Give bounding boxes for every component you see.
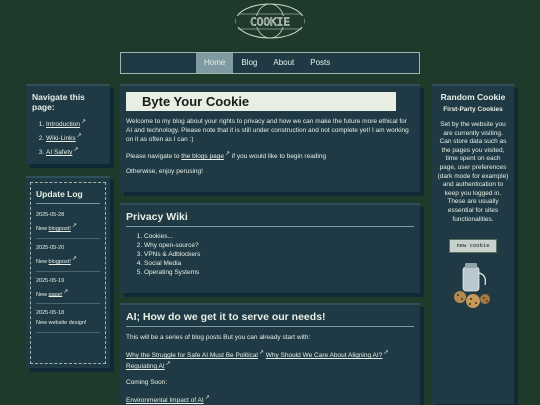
upcoming-link-environmental[interactable]: Environmental Impact of AI xyxy=(126,397,204,404)
globe-logo-icon: COOKIE xyxy=(235,3,305,39)
cookie-jar-illustration xyxy=(437,259,509,314)
upcoming-list: Environmental Impact of AI↗ xyxy=(126,394,414,405)
intro-closing: Otherwise, enjoy perusing! xyxy=(126,168,203,176)
log-date: 2025-05-20 xyxy=(36,244,65,251)
wiki-item-operating-systems[interactable]: Operating Systems xyxy=(144,268,414,277)
ai-link-aligning[interactable]: Why Should We Care About Aligning AI? xyxy=(266,352,383,359)
log-date: 2025-05-19 xyxy=(36,277,65,284)
page-nav-introduction-link[interactable]: Introduction xyxy=(46,121,80,128)
ai-link-political[interactable]: Why the Struggle for Safe AI Must Be Pol… xyxy=(126,352,258,359)
page-title: Byte Your Cookie xyxy=(126,92,396,111)
privacy-wiki-panel: Privacy Wiki Cookies... Why open-source?… xyxy=(120,203,420,293)
update-log-box: Update Log 2025-05-28 New blogpost!↗ 202… xyxy=(30,182,106,364)
ai-links: Why the Struggle for Safe AI Must Be Pol… xyxy=(126,349,414,371)
page-nav-item: Introduction↗ xyxy=(46,118,104,128)
external-link-icon: ↗ xyxy=(258,350,264,356)
intro-nav-paragraph: Please navigate to the blogs page↗ if yo… xyxy=(126,150,414,161)
log-link[interactable]: blogpost! xyxy=(49,226,71,232)
log-link[interactable]: page! xyxy=(49,291,63,297)
page-nav-item: Wiki-Links↗ xyxy=(46,132,104,142)
external-link-icon: ↗ xyxy=(73,147,79,154)
page-nav-wiki-links-link[interactable]: Wiki-Links xyxy=(46,135,76,142)
log-entry: 2025-05-18 New website design! xyxy=(36,310,100,334)
update-log-title: Update Log xyxy=(36,189,100,204)
new-cookie-button[interactable]: new cookie xyxy=(449,239,497,254)
main-navigation: Home Blog About Posts xyxy=(120,52,420,74)
external-link-icon: ↗ xyxy=(165,361,171,368)
wiki-item-cookies[interactable]: Cookies... xyxy=(144,232,414,241)
log-entry: 2025-05-19 New page!↗ xyxy=(36,278,100,305)
blogs-page-link[interactable]: the blogs page xyxy=(181,153,224,160)
intro-nav-suffix: if you would like to begin reading xyxy=(229,153,327,161)
external-link-icon: ↗ xyxy=(63,288,69,295)
ai-safety-panel: AI; How do we get it to serve our needs!… xyxy=(120,303,420,405)
coming-soon-label: Coming Soon: xyxy=(126,379,168,387)
log-text: New xyxy=(36,258,49,265)
update-log-panel: Update Log 2025-05-28 New blogpost!↗ 202… xyxy=(26,176,110,368)
page-nav-list: Introduction↗ Wiki-Links↗ AI Safety↗ xyxy=(32,118,104,156)
log-entry: 2025-05-28 New blogpost!↗ xyxy=(36,212,100,239)
external-link-icon: ↗ xyxy=(76,133,82,140)
page-nav-ai-safety-link[interactable]: AI Safety xyxy=(46,149,72,156)
nav-blog[interactable]: Blog xyxy=(233,53,265,73)
privacy-wiki-title: Privacy Wiki xyxy=(126,211,414,227)
page-nav-item: AI Safety↗ xyxy=(46,146,104,156)
log-entry: 2025-05-20 New blogpost!↗ xyxy=(36,245,100,272)
wiki-item-vpns[interactable]: VPNs & Adblockers xyxy=(144,250,414,259)
external-link-icon: ↗ xyxy=(383,350,389,356)
nav-home[interactable]: Home xyxy=(196,53,234,73)
random-cookie-panel: Random Cookie First-Party Cookies Set by… xyxy=(432,84,514,404)
nav-about[interactable]: About xyxy=(265,53,302,73)
wiki-item-open-source[interactable]: Why open-source? xyxy=(144,241,414,250)
wiki-item-social-media[interactable]: Social Media xyxy=(144,259,414,268)
ai-section-intro: This will be a series of blog posts But … xyxy=(126,334,311,341)
log-date: 2025-05-28 xyxy=(36,212,65,218)
cookie-name: First-Party Cookies xyxy=(443,106,503,113)
external-link-icon: ↗ xyxy=(71,255,77,262)
intro-paragraph: Welcome to my blog about your rights to … xyxy=(126,118,409,143)
privacy-wiki-list: Cookies... Why open-source? VPNs & Adblo… xyxy=(126,232,414,277)
page-navigation-panel: Navigate this page: Introduction↗ Wiki-L… xyxy=(26,84,110,164)
page-nav-title: Navigate this page: xyxy=(32,92,85,112)
cookie-jar-icon xyxy=(454,263,490,309)
intro-nav-prefix: Please navigate to xyxy=(126,153,182,161)
external-link-icon: ↗ xyxy=(80,119,86,125)
external-link-icon: ↗ xyxy=(204,395,210,402)
nav-posts[interactable]: Posts xyxy=(302,53,338,73)
log-text: New website design! xyxy=(36,320,87,327)
log-text: New xyxy=(36,291,49,298)
ai-section-title: AI; How do we get it to serve our needs! xyxy=(126,311,414,327)
logo-text: COOKIE xyxy=(250,16,290,29)
introduction-panel: Byte Your Cookie Welcome to my blog abou… xyxy=(120,84,420,192)
log-date: 2025-05-18 xyxy=(36,310,65,317)
ai-link-regulating[interactable]: Regulating AI xyxy=(126,363,165,370)
cookie-description: Set by the website you are currently vis… xyxy=(437,121,509,223)
external-link-icon: ↗ xyxy=(71,223,77,229)
site-logo[interactable]: COOKIE xyxy=(228,2,312,40)
log-text: New xyxy=(36,225,49,232)
log-link[interactable]: blogpost! xyxy=(49,259,71,265)
random-cookie-title: Random Cookie xyxy=(440,92,506,102)
